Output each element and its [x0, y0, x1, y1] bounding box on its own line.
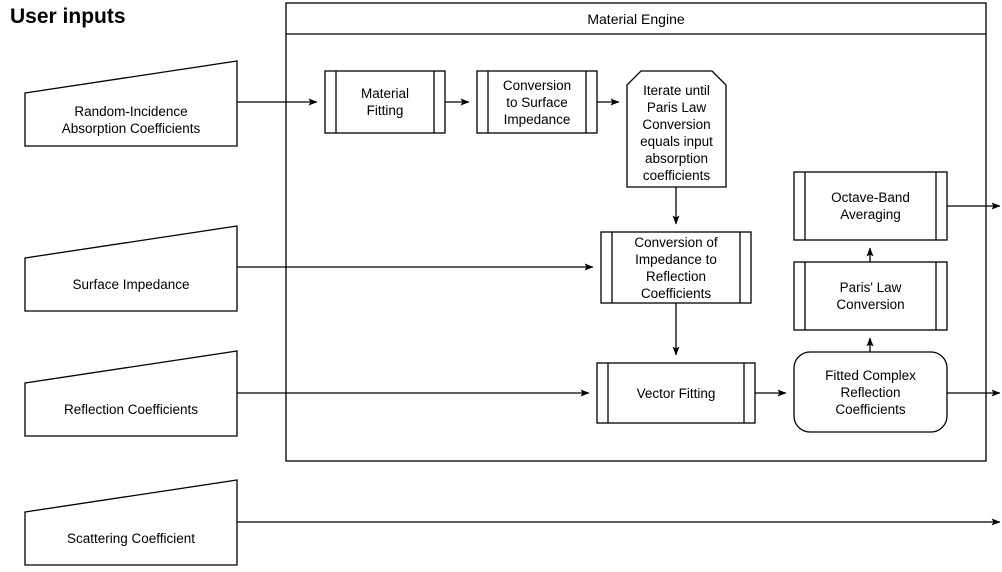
- input-shape-reflection-coefficients[interactable]: [24, 350, 238, 437]
- diagram-canvas: User inputs Material Engine Random-Incid…: [0, 0, 1002, 572]
- process-shape-iterate-until-paris-law[interactable]: [626, 70, 727, 188]
- process-shape-conversion-to-surface-impedance[interactable]: [476, 70, 598, 134]
- flowchart-graphics: [24, 2, 1001, 566]
- material-engine-title: Material Engine: [587, 10, 685, 27]
- process-shape-material-fitting[interactable]: [324, 70, 446, 134]
- process-shape-vector-fitting[interactable]: [596, 362, 756, 424]
- process-shape-octave-band-averaging[interactable]: [793, 171, 948, 241]
- process-shape-paris-law-conversion[interactable]: [793, 261, 948, 331]
- input-shape-scattering-coefficient[interactable]: [24, 479, 238, 566]
- process-shape-conversion-impedance-to-reflection[interactable]: [600, 231, 752, 304]
- input-shape-random-incidence-absorption-coefficients[interactable]: [24, 60, 238, 147]
- input-shape-surface-impedance[interactable]: [24, 225, 238, 312]
- process-shape-fitted-complex-reflection-coefficients[interactable]: [793, 351, 948, 433]
